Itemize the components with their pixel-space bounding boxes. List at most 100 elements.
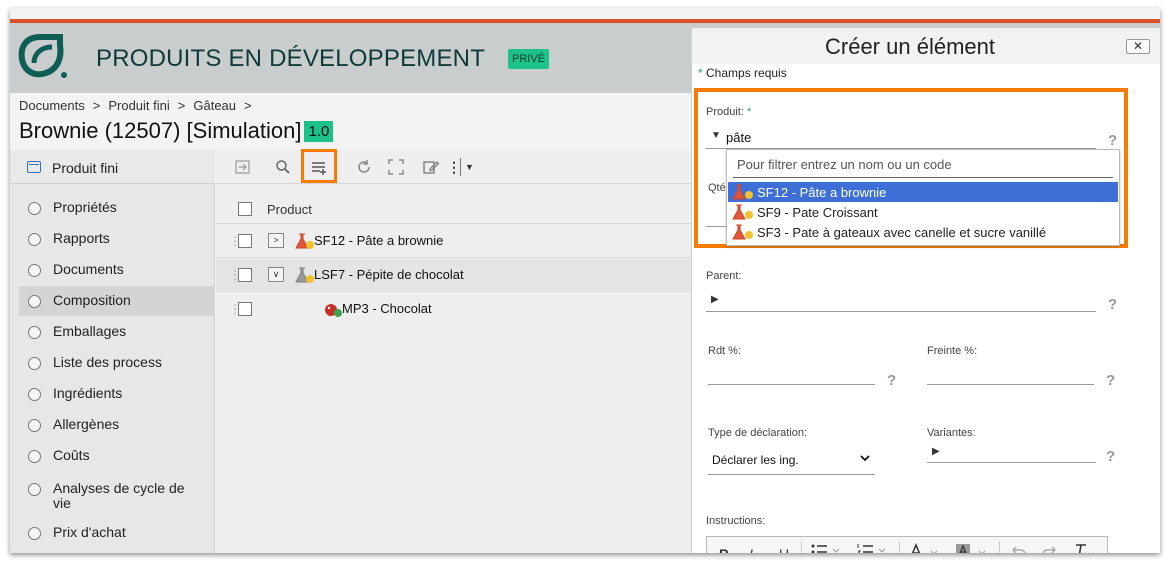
sidebar-item-label: Coûts: [53, 447, 90, 463]
clear-format-icon[interactable]: [1073, 543, 1091, 553]
sidebar-item-allergenes[interactable]: Allergènes: [19, 410, 215, 440]
help-icon[interactable]: ?: [1108, 132, 1117, 149]
suggestion-filter-input[interactable]: Pour filtrer entrez un nom ou un code: [737, 157, 952, 172]
toolbar-separator: [899, 541, 900, 553]
breadcrumb-item-documents[interactable]: Documents: [19, 98, 85, 113]
radio-icon: [28, 264, 41, 277]
column-header-product[interactable]: Product: [267, 202, 312, 217]
create-item-dialog: Créer un élément ✕ * Champs requis Produ…: [691, 28, 1160, 553]
variantes-input[interactable]: [927, 462, 1096, 463]
numbered-list-icon[interactable]: [857, 543, 887, 553]
suggestion-option-sf12[interactable]: SF12 - Pâte a brownie: [728, 182, 1118, 202]
required-note-text: Champs requis: [706, 66, 787, 80]
breadcrumb-separator: >: [177, 98, 186, 113]
undo-icon[interactable]: [1011, 544, 1027, 553]
collapse-icon[interactable]: ∨: [268, 267, 284, 282]
radio-icon: [28, 419, 41, 432]
radio-icon: [28, 527, 41, 540]
sidebar-item-label: Emballages: [53, 323, 127, 339]
expand-icon[interactable]: >: [268, 233, 284, 248]
sidebar-item-analyses-cycle-vie[interactable]: Analyses de cycle de vie: [19, 474, 215, 511]
refresh-icon[interactable]: [355, 158, 373, 176]
edit-icon[interactable]: [422, 158, 440, 176]
sidebar-item-rapports[interactable]: Rapports: [19, 224, 215, 254]
freinte-input[interactable]: [927, 384, 1094, 385]
breadcrumb-item-gateau[interactable]: Gâteau: [193, 98, 236, 113]
suggestion-option-sf9[interactable]: SF9 - Pate Croissant: [728, 202, 1118, 222]
sidebar-item-prix-achat[interactable]: Prix d'achat: [19, 518, 215, 548]
dropdown-icon[interactable]: ▼: [460, 158, 478, 176]
close-button[interactable]: ✕: [1126, 39, 1150, 54]
instructions-editor-toolbar: B I U: [706, 536, 1108, 553]
export-icon[interactable]: [234, 158, 252, 176]
produit-input[interactable]: pâte: [726, 130, 751, 145]
parent-input[interactable]: [706, 311, 1096, 312]
toolbar-separator: [999, 541, 1000, 553]
row-checkbox[interactable]: [238, 268, 252, 282]
sidebar-item-composition[interactable]: Composition: [19, 286, 215, 316]
select-all-checkbox[interactable]: [238, 202, 252, 216]
parent-expand-arrow-icon[interactable]: ▶: [711, 294, 719, 305]
sidebar: Produit fini Propriétés Rapports Documen…: [10, 150, 215, 553]
underline-button[interactable]: U: [779, 546, 789, 553]
redo-icon[interactable]: [1041, 544, 1057, 553]
sidebar-header-label: Produit fini: [52, 160, 119, 176]
row-product-label: MP3 - Chocolat: [342, 301, 432, 316]
rdt-input[interactable]: [708, 384, 875, 385]
bullet-list-icon[interactable]: [811, 543, 841, 553]
row-product-label: SF12 - Pâte a brownie: [314, 233, 444, 248]
sidebar-header[interactable]: Produit fini: [10, 150, 215, 184]
table-row[interactable]: ⋮ ∨ LSF7 - Pépite de chocolat: [216, 259, 696, 292]
suggestion-label: SF3 - Pate à gateaux avec canelle et suc…: [757, 225, 1047, 240]
suggestion-label: SF12 - Pâte a brownie: [757, 185, 887, 200]
table-row[interactable]: ⋮ MP3 - Chocolat: [216, 293, 696, 326]
toolbar-separator: [801, 541, 802, 553]
text-color-icon[interactable]: [909, 543, 941, 553]
help-icon[interactable]: ?: [887, 372, 896, 389]
sidebar-item-couts[interactable]: Coûts: [19, 441, 215, 471]
declaration-type-select[interactable]: Déclarer les ing.: [708, 445, 875, 475]
required-fields-note: * Champs requis: [698, 66, 787, 80]
search-icon[interactable]: [274, 158, 292, 176]
semi-finished-icon: [295, 233, 314, 249]
help-icon[interactable]: ?: [1106, 448, 1115, 465]
dialog-title: Créer un élément: [825, 34, 995, 59]
highlight-color-icon[interactable]: [955, 543, 989, 553]
suggestion-label: SF9 - Pate Croissant: [757, 205, 878, 220]
radio-icon: [28, 357, 41, 370]
sidebar-item-proprietes[interactable]: Propriétés: [19, 193, 215, 223]
variantes-label: Variantes:: [927, 427, 976, 439]
page-title: PRODUITS EN DÉVELOPPEMENT: [96, 45, 486, 72]
sidebar-item-ingredients[interactable]: Ingrédients: [19, 379, 215, 409]
suggestion-option-sf3[interactable]: SF3 - Pate à gateaux avec canelle et suc…: [728, 222, 1118, 242]
breadcrumb-item-produit-fini[interactable]: Produit fini: [108, 98, 169, 113]
add-list-icon[interactable]: [310, 158, 328, 176]
produit-label-text: Produit:: [706, 106, 744, 118]
filter-underline: [733, 177, 1113, 178]
sidebar-item-liste-des-process[interactable]: Liste des process: [19, 348, 215, 378]
row-checkbox[interactable]: [238, 234, 252, 248]
parent-label: Parent:: [706, 270, 742, 282]
produit-dropdown-arrow-icon[interactable]: ▼: [711, 130, 721, 141]
sidebar-item-label: Allergènes: [53, 416, 120, 432]
quantity-label: Qté: [708, 182, 726, 194]
entity-title: Brownie (12507) [Simulation] 1.0: [19, 118, 334, 144]
privacy-badge: PRIVÉ: [508, 49, 550, 69]
table-row[interactable]: ⋮ > SF12 - Pâte a brownie: [216, 225, 696, 258]
sidebar-item-label: Documents: [53, 261, 124, 277]
row-checkbox[interactable]: [238, 302, 252, 316]
sidebar-item-emballages[interactable]: Emballages: [19, 317, 215, 347]
breadcrumb: Documents > Produit fini > Gâteau >: [19, 98, 260, 113]
semi-finished-icon: [732, 204, 753, 220]
version-badge: 1.0: [304, 121, 334, 142]
fullscreen-icon[interactable]: [387, 158, 405, 176]
help-icon[interactable]: ?: [1108, 296, 1117, 313]
help-icon[interactable]: ?: [1106, 372, 1115, 389]
radio-icon: [28, 450, 41, 463]
sidebar-item-label: Analyses de cycle de vie: [53, 480, 185, 511]
variantes-expand-arrow-icon[interactable]: ▶: [932, 446, 940, 457]
italic-button[interactable]: I: [749, 546, 753, 553]
sidebar-item-documents[interactable]: Documents: [19, 255, 215, 285]
sidebar-item-label: Liste des process: [53, 354, 162, 370]
bold-button[interactable]: B: [719, 546, 729, 553]
